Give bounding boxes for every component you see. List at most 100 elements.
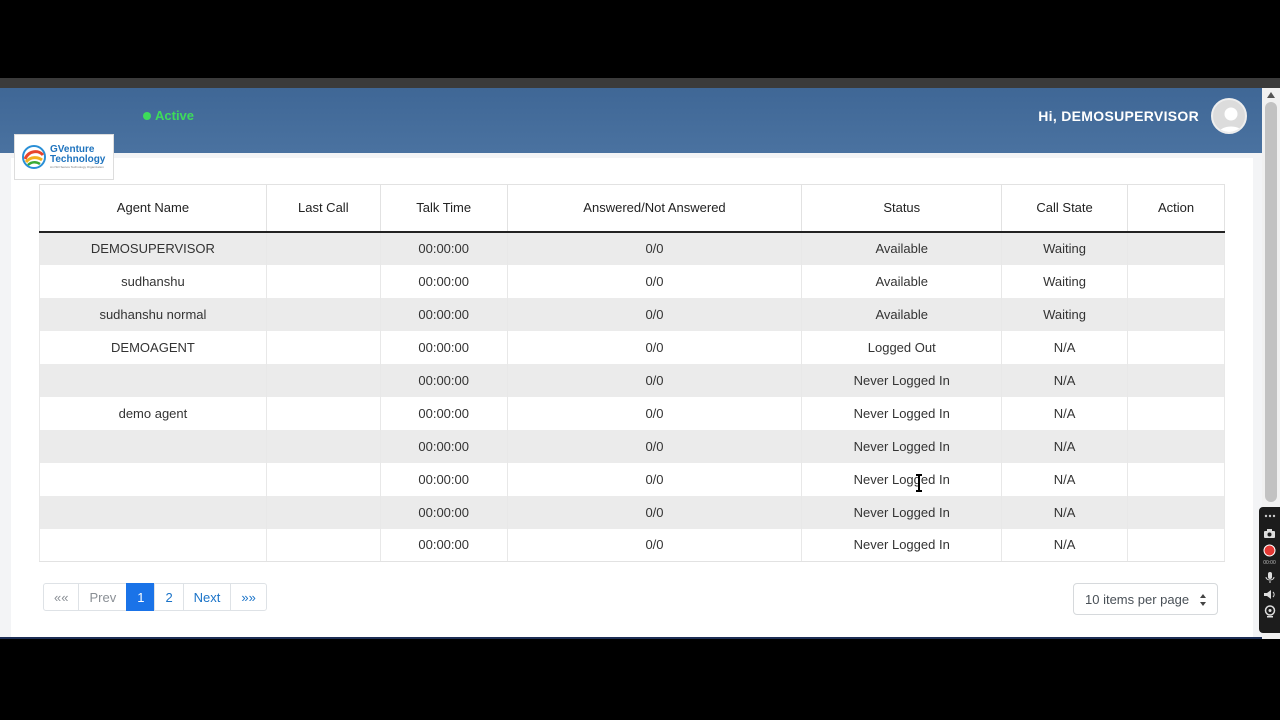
cell-answered-not-answered: 0/0 [507,264,803,298]
recorder-menu-icon[interactable] [1263,510,1277,522]
speaker-icon[interactable] [1263,588,1277,600]
table-row: 00:00:00 0/0 Never Logged In N/A [39,462,1225,496]
cell-agent-name [39,528,267,562]
column-header-answered-not-answered[interactable]: Answered/Not Answered [507,184,803,233]
logo-tagline: An ISO Secure Technology Organization [50,164,104,169]
column-header-action[interactable]: Action [1127,184,1225,233]
cell-agent-name: sudhanshu [39,264,267,298]
column-header-call-state[interactable]: Call State [1001,184,1129,233]
cell-status: Available [801,264,1003,298]
agents-table: Agent Name Last Call Talk Time Answered/Not… [39,184,1225,562]
cell-call-state: Waiting [1001,264,1129,298]
cell-action [1127,231,1225,265]
top-letterbox [0,0,1280,78]
cell-status: Available [801,231,1003,265]
table-header-row: Agent Name Last Call Talk Time Answered/Not… [39,184,1225,233]
table-row: sudhanshu 00:00:00 0/0 Available Waiting [39,264,1225,298]
cell-call-state: N/A [1001,429,1129,463]
cell-last-call [266,297,381,331]
cell-talk-time: 00:00:00 [380,330,508,364]
cell-answered-not-answered: 0/0 [507,528,803,562]
cell-call-state: Waiting [1001,297,1129,331]
column-header-last-call[interactable]: Last Call [266,184,381,233]
cell-status: Available [801,297,1003,331]
screen-recorder-toolbar: 00:00 [1259,507,1280,633]
cell-answered-not-answered: 0/0 [507,396,803,430]
column-header-status[interactable]: Status [801,184,1003,233]
company-logo[interactable]: GVenture Technology An ISO Secure Techno… [14,134,114,180]
logo-name-line1: GVenture [50,143,95,155]
page-1-button[interactable]: 1 [126,583,156,611]
cell-status: Never Logged In [801,462,1003,496]
cell-agent-name: DEMOSUPERVISOR [39,231,267,265]
column-header-agent-name[interactable]: Agent Name [39,184,267,233]
cell-call-state: N/A [1001,495,1129,529]
cell-status: Never Logged In [801,396,1003,430]
cell-talk-time: 00:00:00 [380,495,508,529]
window-strip [0,78,1280,88]
table-row: DEMOSUPERVISOR 00:00:00 0/0 Available Waitin… [39,231,1225,265]
user-greeting: Hi, DEMOSUPERVISOR [1038,108,1199,124]
cell-action [1127,363,1225,397]
record-icon[interactable] [1263,544,1277,556]
cell-answered-not-answered: 0/0 [507,330,803,364]
cell-call-state: N/A [1001,363,1129,397]
cell-action [1127,330,1225,364]
cell-agent-name: sudhanshu normal [39,297,267,331]
items-per-page-select[interactable]: 10 items per page [1073,583,1218,615]
camera-icon[interactable] [1263,527,1277,539]
webcam-icon[interactable] [1263,604,1277,617]
cell-last-call [266,363,381,397]
logo-swirl-icon [22,145,46,169]
cell-status: Never Logged In [801,495,1003,529]
agent-status[interactable]: Active [143,108,194,123]
cell-call-state: N/A [1001,396,1129,430]
table-row: DEMOAGENT 00:00:00 0/0 Logged Out N/A [39,330,1225,364]
cell-action [1127,462,1225,496]
page-2-button[interactable]: 2 [154,583,184,611]
microphone-icon[interactable] [1263,571,1277,583]
cell-last-call [266,528,381,562]
cell-action [1127,495,1225,529]
cell-last-call [266,495,381,529]
cell-talk-time: 00:00:00 [380,297,508,331]
cell-call-state: N/A [1001,462,1129,496]
cell-agent-name: demo agent [39,396,267,430]
table-row: 00:00:00 0/0 Never Logged In N/A [39,429,1225,463]
scrollbar-thumb[interactable] [1265,102,1277,502]
cell-call-state: N/A [1001,528,1129,562]
select-arrows-icon [1200,594,1206,606]
status-dot-icon [143,111,151,120]
column-header-talk-time[interactable]: Talk Time [380,184,508,233]
cell-status: Never Logged In [801,528,1003,562]
status-label: Active [155,108,195,123]
cell-action [1127,264,1225,298]
scroll-up-arrow-icon[interactable] [1267,92,1275,98]
next-page-button[interactable]: Next [182,583,232,611]
cell-answered-not-answered: 0/0 [507,462,803,496]
cell-last-call [266,429,381,463]
cell-action [1127,297,1225,331]
cell-answered-not-answered: 0/0 [507,297,803,331]
cell-last-call [266,264,381,298]
last-page-button[interactable]: »» [230,583,267,611]
cell-status: Never Logged In [801,429,1003,463]
cell-last-call [266,396,381,430]
cell-action [1127,528,1225,562]
cell-last-call [266,330,381,364]
cell-agent-name [39,495,267,529]
logo-name-line2: Technology [50,153,106,165]
cell-call-state: Waiting [1001,231,1129,265]
app-window: Active Hi, DEMOSUPERVISOR GVenture Techn… [0,88,1262,639]
table-row: 00:00:00 0/0 Never Logged In N/A [39,528,1225,562]
items-per-page-value: 10 items per page [1085,591,1190,607]
cell-talk-time: 00:00:00 [380,363,508,397]
cell-talk-time: 00:00:00 [380,429,508,463]
cell-talk-time: 00:00:00 [380,231,508,265]
user-avatar-icon[interactable] [1211,98,1247,134]
first-page-button[interactable]: «« [43,583,80,611]
prev-page-button[interactable]: Prev [78,583,128,611]
table-row: 00:00:00 0/0 Never Logged In N/A [39,363,1225,397]
cell-agent-name: DEMOAGENT [39,330,267,364]
cell-talk-time: 00:00:00 [380,462,508,496]
